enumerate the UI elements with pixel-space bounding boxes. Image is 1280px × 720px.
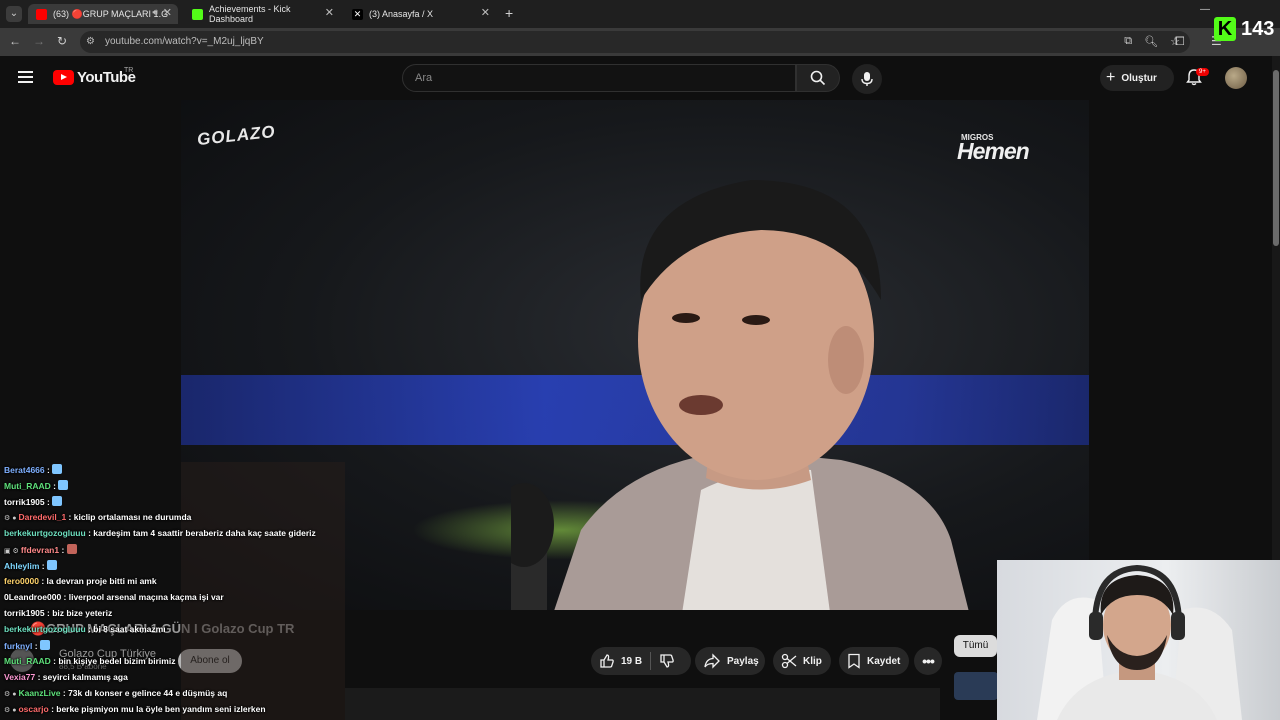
reload-icon[interactable]: ↻ (57, 34, 67, 48)
site-info-icon[interactable]: ⚙ (86, 36, 98, 48)
save-playlist-icon (848, 653, 860, 669)
badge-icon: ⚙ ● (4, 707, 17, 714)
thumbs-up-icon (600, 654, 614, 668)
chat-message: berkekurtgozogluuu : bi 8 saat akmazmı (4, 624, 166, 634)
streamer-figure (1037, 564, 1242, 720)
badge-icon: ⚙ ● (4, 691, 17, 698)
country-code: TR (124, 67, 134, 74)
chat-message: Ahleylim : (4, 560, 57, 571)
emote-icon (52, 496, 63, 506)
zoom-icon[interactable]: 🔍︎ (1144, 35, 1158, 48)
new-tab-button[interactable]: + (505, 5, 513, 21)
forward-icon[interactable]: → (33, 34, 45, 48)
emote-icon (58, 480, 69, 490)
search-button[interactable] (796, 64, 840, 92)
youtube-favicon-icon (36, 8, 47, 20)
share-icon (704, 653, 720, 669)
search-input[interactable]: Ara (402, 64, 796, 92)
search-icon (810, 70, 826, 86)
more-actions-button[interactable]: ••• (914, 647, 942, 675)
chat-message: ▣ ⚙ ffdevran1 : (4, 544, 77, 555)
emote-icon (52, 464, 63, 474)
tab-label: (3) Anasayfa / X (369, 9, 434, 19)
emote-icon (39, 640, 50, 650)
plus-icon: + (1106, 69, 1116, 86)
like-divider (650, 652, 652, 670)
streamer-webcam (997, 560, 1280, 720)
chat-message: Muti_RAAD : bin kişiye bedel bizim birim… (4, 656, 176, 666)
chat-message: torrik1905 : biz bize yeteriz (4, 608, 113, 618)
create-button[interactable]: + Oluştur (1100, 65, 1174, 91)
voice-search-button[interactable] (852, 64, 882, 94)
chat-message: ⚙ ● Daredevil_1 : kiclip ortalaması ne du… (4, 512, 192, 522)
scrollbar-thumb[interactable] (1273, 70, 1279, 246)
kick-viewer-counter: K 143 (1214, 14, 1274, 44)
description-box[interactable] (345, 688, 940, 720)
speaker-person-figure (511, 180, 969, 610)
close-icon[interactable]: ✕ (481, 6, 490, 19)
chat-message: ⚙ ● KaanzLive : 73k dı konser e gelince 4… (4, 688, 228, 698)
kick-favicon-icon (192, 8, 203, 20)
notification-badge: 9+ (1196, 68, 1209, 76)
youtube-masthead: YouTube TR Ara + Oluştur 9+ (0, 56, 1272, 100)
tab-x-home[interactable]: ✕ (3) Anasayfa / X ✕ (344, 4, 496, 24)
filter-chip-all[interactable]: Tümü (954, 635, 997, 657)
badge-icon: ⚙ ● (4, 515, 17, 522)
tab-search-button[interactable]: ⌄ (6, 6, 22, 22)
chat-message: Muti_RAAD : (4, 480, 69, 491)
browser-toolbar: ← → ↻ ⚙ youtube.com/watch?v=_M2uj_ljqBY … (0, 28, 1280, 56)
like-count: 19 B (621, 655, 643, 667)
clip-button[interactable]: Klip (773, 647, 831, 675)
install-app-icon[interactable]: ⧉ (1124, 35, 1132, 48)
chat-message: fero0000 : la devran proje bitti mi amk (4, 576, 157, 586)
more-horizontal-icon: ••• (922, 653, 935, 669)
chat-message: berkekurtgozogluuu : kardeşim tam 4 saat… (4, 528, 316, 538)
chat-message: torrik1905 : (4, 496, 63, 507)
extensions-icon[interactable]: ⧠ (1175, 34, 1185, 49)
kick-viewer-count: 143 (1241, 17, 1275, 40)
microphone-icon (861, 72, 873, 86)
share-button[interactable]: Paylaş (695, 647, 765, 675)
minimize-icon[interactable]: — (1200, 4, 1210, 15)
url-text: youtube.com/watch?v=_M2uj_ljqBY (105, 36, 264, 47)
back-icon[interactable]: ← (9, 34, 21, 48)
menu-icon[interactable] (18, 71, 33, 83)
save-button[interactable]: Kaydet (839, 647, 909, 675)
kick-logo-icon: K (1214, 17, 1236, 41)
tab-label: Achievements - Kick Dashboard (209, 4, 291, 24)
like-button[interactable]: 19 B (599, 653, 642, 669)
browser-tab-bar: ⌄ (63) 🔴GRUP MAÇLARI 1.G 🔊︎ ✕ Achievemen… (0, 0, 1280, 28)
recommended-thumbnail[interactable] (954, 672, 998, 700)
golazo-watermark: GOLAZO (196, 121, 277, 150)
emote-icon (47, 560, 57, 570)
save-label: Kaydet (867, 655, 901, 667)
stream-chat-overlay: Berat4666 : Muti_RAAD : torrik1905 : ⚙ ●… (0, 462, 345, 720)
thumbs-down-icon[interactable] (659, 653, 675, 669)
youtube-logo-icon[interactable] (53, 70, 74, 85)
clip-label: Klip (803, 655, 822, 667)
tab-kick-dashboard[interactable]: Achievements - Kick Dashboard ✕ (184, 4, 340, 24)
emote-icon (66, 544, 77, 554)
account-avatar[interactable] (1225, 67, 1247, 89)
close-icon[interactable]: ✕ (163, 6, 172, 19)
badge-icon: ▣ ⚙ (4, 548, 19, 555)
share-label: Paylaş (727, 655, 759, 667)
like-dislike-group: 19 B (591, 647, 691, 675)
chat-message: furknyl : (4, 640, 50, 651)
tab-label: (63) 🔴GRUP MAÇLARI 1.G (53, 8, 169, 19)
create-label: Oluştur (1121, 72, 1157, 84)
chat-message: ⚙ ● oscarjo : berke pişmiyon mu la öyle b… (4, 704, 266, 714)
chat-message: 0Leandroe000 : liverpool arsenal maçına … (4, 592, 224, 602)
scissors-icon (781, 653, 797, 669)
speaker-icon[interactable]: 🔊︎ (152, 7, 158, 18)
chat-message: Vexia77 : seyirci kalmamış aga (4, 672, 128, 682)
address-bar[interactable]: ⚙ youtube.com/watch?v=_M2uj_ljqBY ⧉ 🔍︎ ☆ (80, 31, 1190, 53)
tab-youtube[interactable]: (63) 🔴GRUP MAÇLARI 1.G 🔊︎ ✕ (28, 4, 178, 24)
x-favicon-icon: ✕ (352, 8, 363, 20)
close-icon[interactable]: ✕ (325, 6, 334, 19)
chat-message: Berat4666 : (4, 464, 63, 475)
search-placeholder: Ara (415, 72, 433, 84)
